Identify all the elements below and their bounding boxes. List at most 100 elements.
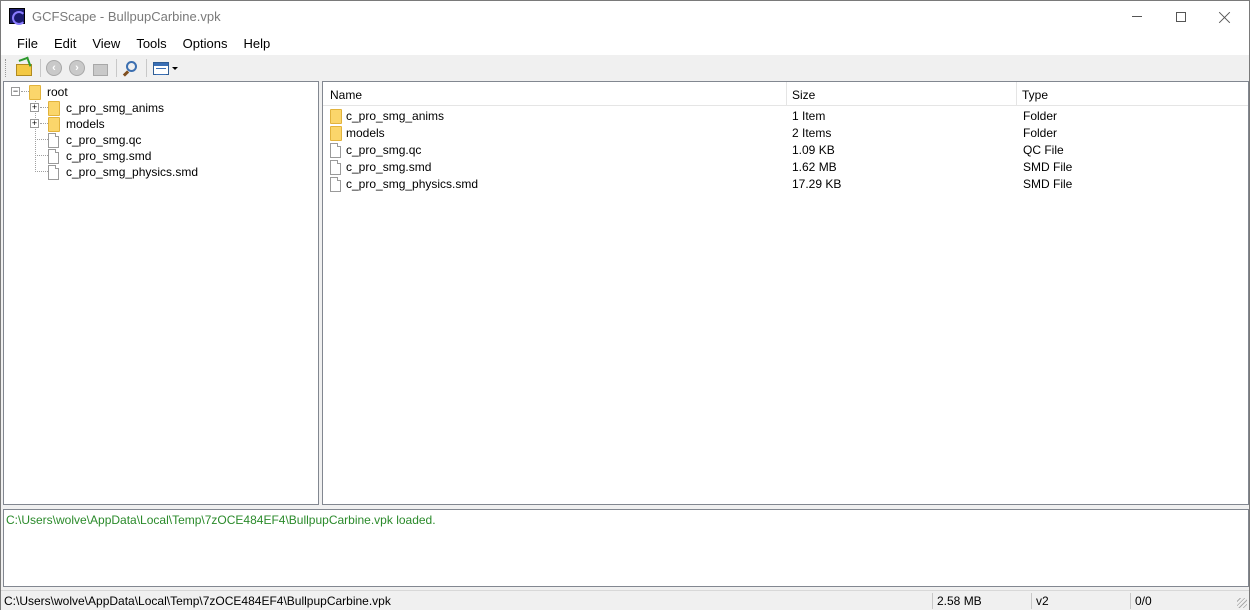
status-size: 2.58 MB — [937, 594, 982, 608]
toolbar: ‹ › — [1, 55, 1249, 81]
window-title: GCFScape - BullpupCarbine.vpk — [32, 9, 221, 24]
tree-item-label: models — [66, 117, 105, 131]
back-icon: ‹ — [46, 60, 62, 76]
item-type: Folder — [1023, 126, 1058, 140]
menu-help[interactable]: Help — [235, 32, 278, 55]
menu-bar: File Edit View Tools Options Help — [1, 32, 1249, 55]
open-button[interactable] — [14, 58, 34, 78]
folder-icon — [330, 126, 342, 141]
folder-icon — [48, 100, 60, 116]
view-mode-button[interactable] — [150, 58, 180, 78]
tree-item[interactable]: c_pro_smg_physics.smd — [48, 164, 200, 180]
close-icon — [1219, 11, 1231, 23]
item-size: 17.29 KB — [792, 177, 842, 191]
column-header-size[interactable]: Size — [785, 82, 1016, 106]
tree-item[interactable]: models — [48, 116, 107, 132]
toolbar-grip[interactable] — [5, 59, 8, 77]
column-header-type[interactable]: Type — [1015, 82, 1247, 106]
status-divider — [932, 593, 933, 609]
list-item[interactable]: c_pro_smg_anims 1 Item Folder — [323, 108, 1248, 125]
item-name: c_pro_smg_anims — [346, 109, 445, 123]
menu-options[interactable]: Options — [175, 32, 236, 55]
menu-view[interactable]: View — [84, 32, 128, 55]
menu-tools[interactable]: Tools — [128, 32, 174, 55]
folder-tree[interactable]: − root + c_pro_smg_anims + models c_pro_… — [3, 81, 319, 505]
tree-item-label: c_pro_smg.qc — [66, 133, 142, 147]
status-version: v2 — [1036, 594, 1049, 608]
name-cell: models — [330, 125, 385, 142]
tree-item-label: c_pro_smg_physics.smd — [66, 165, 199, 179]
find-button[interactable] — [120, 58, 140, 78]
column-header-name[interactable]: Name — [323, 82, 786, 106]
folder-icon — [330, 109, 342, 124]
name-cell: c_pro_smg.qc — [330, 142, 421, 159]
folder-icon — [48, 116, 60, 132]
menu-file[interactable]: File — [9, 32, 46, 55]
toolbar-separator — [116, 59, 117, 77]
minimize-icon — [1132, 16, 1142, 17]
tree-connector — [40, 107, 48, 108]
item-size: 1 Item — [792, 109, 826, 123]
list-item[interactable]: models 2 Items Folder — [323, 125, 1248, 142]
resize-grip[interactable] — [1237, 598, 1247, 608]
status-fragmentation: 0/0 — [1135, 594, 1152, 608]
status-divider — [1031, 593, 1032, 609]
collapse-toggle[interactable]: − — [11, 87, 20, 96]
tree-item[interactable]: c_pro_smg.qc — [48, 132, 143, 148]
status-path: C:\Users\wolve\AppData\Local\Temp\7zOCE4… — [4, 594, 391, 608]
toolbar-separator — [40, 59, 41, 77]
tree-item[interactable]: c_pro_smg_anims — [48, 100, 166, 116]
toolbar-separator — [146, 59, 147, 77]
file-icon — [330, 143, 341, 158]
menu-edit[interactable]: Edit — [46, 32, 84, 55]
status-bar: C:\Users\wolve\AppData\Local\Temp\7zOCE4… — [1, 590, 1249, 610]
expand-toggle[interactable]: + — [30, 119, 39, 128]
item-name: c_pro_smg.qc — [346, 143, 422, 157]
app-window: GCFScape - BullpupCarbine.vpk File Edit … — [0, 0, 1250, 610]
item-type: Folder — [1023, 109, 1058, 123]
file-icon — [330, 160, 341, 175]
expand-toggle[interactable]: + — [30, 103, 39, 112]
tree-connector — [40, 123, 48, 124]
up-folder-button[interactable] — [90, 58, 110, 78]
chevron-down-icon — [171, 66, 178, 70]
folder-icon — [29, 84, 41, 100]
list-header: Name Size Type — [323, 82, 1248, 106]
tree-connector — [35, 155, 48, 156]
maximize-button[interactable] — [1158, 1, 1204, 32]
name-cell: c_pro_smg_physics.smd — [330, 176, 478, 193]
gcfscape-app-icon[interactable] — [9, 8, 26, 25]
title-bar[interactable]: GCFScape - BullpupCarbine.vpk — [1, 1, 1249, 32]
name-cell: c_pro_smg_anims — [330, 108, 444, 125]
tree-connector — [35, 139, 48, 140]
find-icon — [126, 61, 137, 72]
back-button[interactable]: ‹ — [44, 58, 64, 78]
console-log[interactable]: C:\Users\wolve\AppData\Local\Temp\7zOCE4… — [3, 509, 1249, 587]
item-size: 2 Items — [792, 126, 832, 140]
tree-item-label: root — [47, 85, 68, 99]
file-icon — [48, 164, 59, 180]
item-size: 1.62 MB — [792, 160, 837, 174]
item-name: models — [346, 126, 385, 140]
forward-icon: › — [69, 60, 85, 76]
item-type: QC File — [1023, 143, 1064, 157]
tree-connector — [21, 91, 29, 92]
open-icon — [16, 64, 32, 76]
file-icon — [48, 148, 59, 164]
file-icon — [48, 132, 59, 148]
item-type: SMD File — [1023, 177, 1073, 191]
tree-item[interactable]: c_pro_smg.smd — [48, 148, 153, 164]
tree-item-label: c_pro_smg.smd — [66, 149, 152, 163]
tree-item-root[interactable]: root — [29, 84, 70, 100]
maximize-icon — [1176, 11, 1186, 22]
view-mode-icon — [152, 61, 169, 75]
list-item[interactable]: c_pro_smg.smd 1.62 MB SMD File — [323, 159, 1248, 176]
file-list[interactable]: Name Size Type c_pro_smg_anims 1 Item Fo… — [322, 81, 1249, 505]
item-size: 1.09 KB — [792, 143, 835, 157]
forward-button[interactable]: › — [67, 58, 87, 78]
up-folder-icon — [92, 63, 108, 76]
list-item[interactable]: c_pro_smg.qc 1.09 KB QC File — [323, 142, 1248, 159]
minimize-button[interactable] — [1114, 1, 1160, 32]
close-button[interactable] — [1202, 1, 1248, 32]
list-item[interactable]: c_pro_smg_physics.smd 17.29 KB SMD File — [323, 176, 1248, 193]
